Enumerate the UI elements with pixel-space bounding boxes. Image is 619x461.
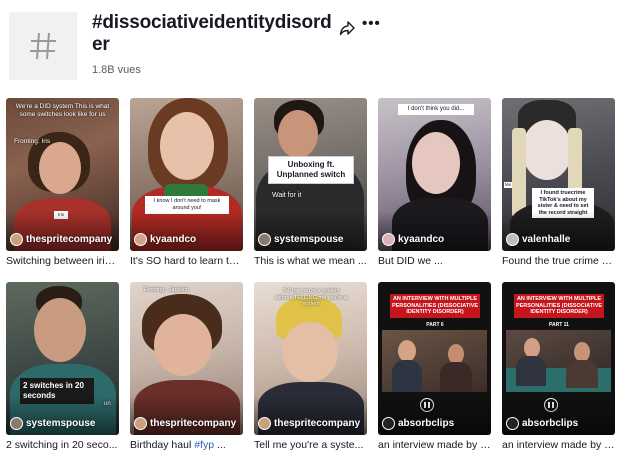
caption-ellipsis: ... [214, 439, 226, 451]
part-label: PART 6 [426, 322, 444, 328]
video-author[interactable]: valenhalle [506, 233, 570, 246]
video-caption[interactable]: Switching between iris ... [6, 255, 119, 267]
page-title: #dissociativeidentitydisorder [92, 12, 332, 55]
video-caption[interactable]: This is what we mean ... [254, 255, 367, 267]
video-author[interactable]: thespritecompany [134, 417, 236, 430]
video-author[interactable]: kyaandco [382, 233, 444, 246]
video-thumbnail[interactable]: I don't think you did... kyaandco [378, 98, 491, 251]
avatar [506, 233, 519, 246]
avatar [134, 417, 147, 430]
video-thumbnail[interactable]: I know I don't need to mask around you! … [130, 98, 243, 251]
video-overlay-text: I don't think you did... [398, 104, 474, 115]
video-caption[interactable]: 2 switching in 20 seco... [6, 439, 119, 451]
video-overlay-text: Unboxing ft. Unplanned switch [268, 156, 354, 184]
video-author[interactable]: absorbclips [382, 417, 454, 430]
video-caption[interactable]: an interview made by a... [502, 439, 615, 451]
video-overlay-text: AN INTERVIEW WITH MULTIPLE PERSONALITIES… [390, 294, 480, 318]
video-author[interactable]: thespritecompany [10, 233, 112, 246]
avatar [382, 233, 395, 246]
video-caption[interactable]: It's SO hard to learn to ... [130, 255, 243, 267]
username: absorbclips [522, 418, 579, 429]
hashtag-header: #dissociativeidentitydisorder 1.8B vues … [0, 0, 619, 92]
share-icon[interactable] [339, 20, 355, 36]
username: valenhalle [522, 234, 571, 245]
video-thumbnail[interactable]: Iris We're a DID system This is what som… [6, 98, 119, 251]
video-thumbnail[interactable]: Tell me you're a system without TELLING … [254, 282, 367, 435]
username: thespritecompany [26, 234, 113, 245]
video-thumbnail[interactable]: AN INTERVIEW WITH MULTIPLE PERSONALITIES… [502, 282, 615, 435]
username: systemspouse [26, 418, 96, 429]
video-caption[interactable]: Birthday haul #fyp ... [130, 439, 243, 451]
fronting-label: Fronting : Jackson [144, 287, 189, 293]
username: thespritecompany [274, 418, 361, 429]
avatar [10, 233, 23, 246]
avatar [506, 417, 519, 430]
video-caption[interactable]: But DID we ... [378, 255, 491, 267]
username: kyaandco [150, 234, 197, 245]
hashtag-icon [9, 12, 77, 80]
part-label: PART 11 [549, 322, 569, 328]
video-overlay-text: Tell me you're a system without TELLING … [275, 288, 347, 307]
more-options-icon[interactable]: ••• [362, 16, 380, 33]
video-thumbnail[interactable]: 2 switches in 20 seconds un systemspouse [6, 282, 119, 435]
video-overlay-text: AN INTERVIEW WITH MULTIPLE PERSONALITIES… [514, 294, 604, 318]
video-caption[interactable]: Tell me you're a syste... [254, 439, 367, 451]
video-overlay-subtext: Wait for it [272, 192, 302, 199]
video-side-label: Me [504, 182, 512, 188]
video-thumbnail[interactable]: Unboxing ft. Unplanned switch Wait for i… [254, 98, 367, 251]
avatar [258, 417, 271, 430]
hashtag-glyph [30, 32, 56, 60]
video-caption[interactable]: an interview made by a... [378, 439, 491, 451]
username: thespritecompany [150, 418, 237, 429]
video-overlay-text: We're a DID system This is what some swi… [15, 103, 110, 118]
caption-hashtag[interactable]: #fyp [194, 439, 214, 451]
avatar [382, 417, 395, 430]
video-thumbnail[interactable]: I found truecrime TikTok's about my sist… [502, 98, 615, 251]
video-thumbnail[interactable]: AN INTERVIEW WITH MULTIPLE PERSONALITIES… [378, 282, 491, 435]
view-count: 1.8B vues [92, 64, 141, 76]
video-author[interactable]: systemspouse [10, 417, 95, 430]
avatar [134, 233, 147, 246]
username: kyaandco [398, 234, 445, 245]
avatar [10, 417, 23, 430]
avatar [258, 233, 271, 246]
fronting-label: Fronting: Iris [14, 138, 51, 145]
username: systemspouse [274, 234, 344, 245]
video-thumbnail[interactable]: Fronting : Jackson thespritecompany [130, 282, 243, 435]
video-author[interactable]: systemspouse [258, 233, 343, 246]
video-author[interactable]: absorbclips [506, 417, 578, 430]
caption-text: Birthday haul [130, 439, 195, 451]
video-caption[interactable]: Found the true crime Ti... [502, 255, 615, 267]
video-author[interactable]: kyaandco [134, 233, 196, 246]
username: absorbclips [398, 418, 455, 429]
video-author[interactable]: thespritecompany [258, 417, 360, 430]
